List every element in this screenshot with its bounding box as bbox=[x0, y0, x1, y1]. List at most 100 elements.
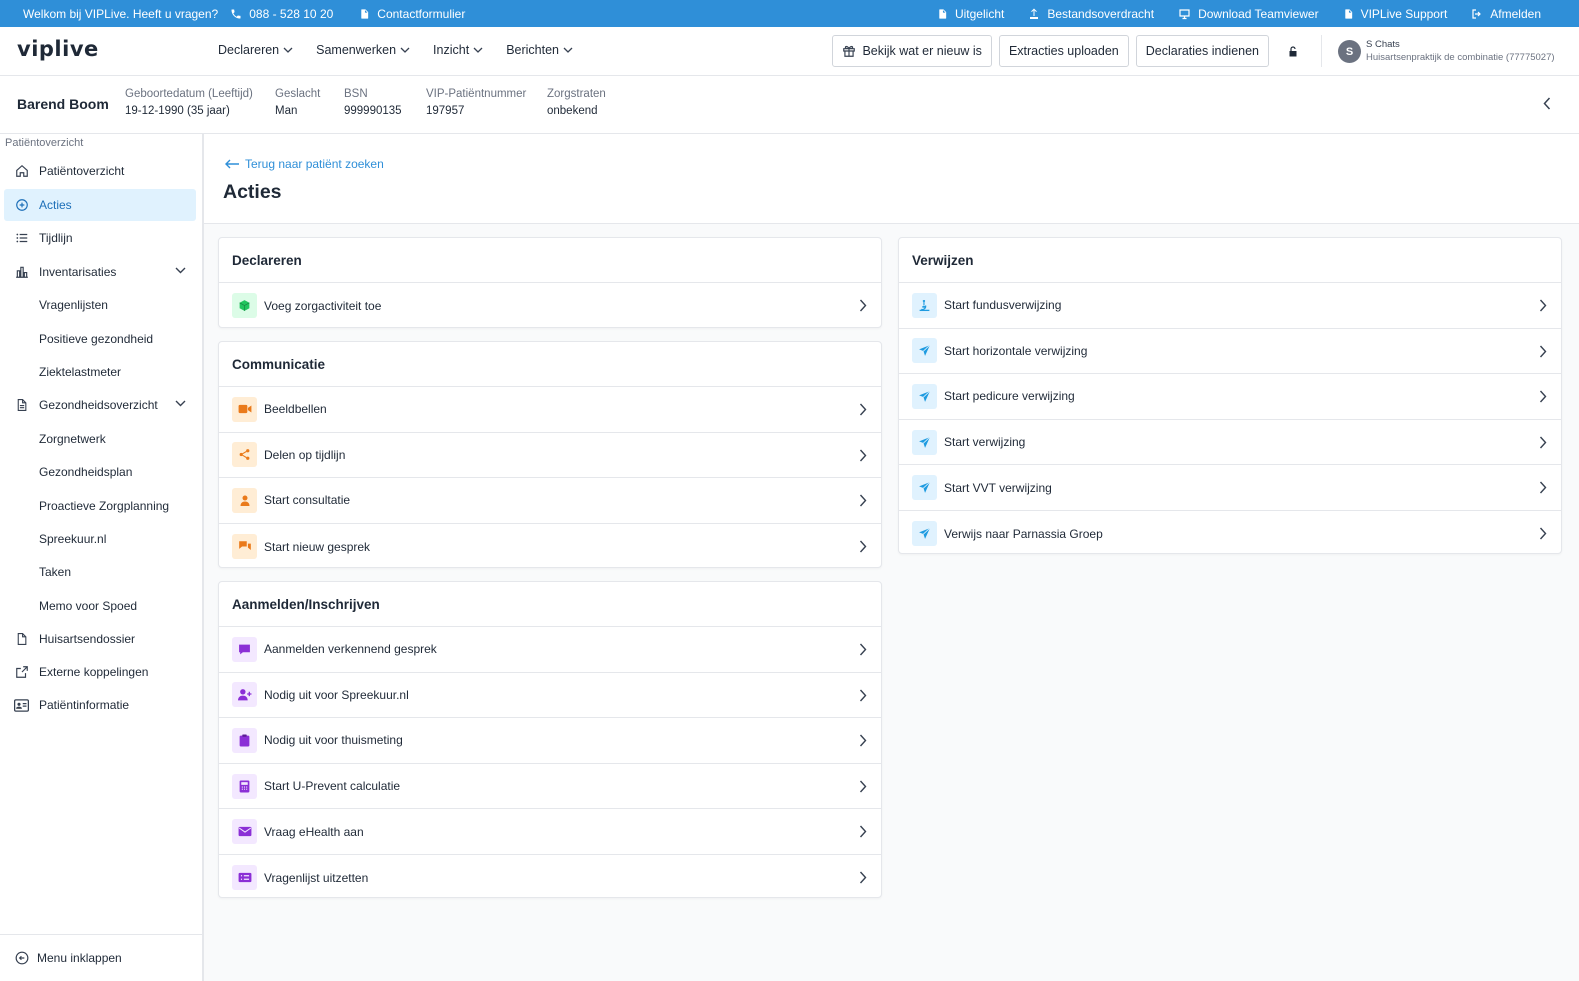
sidebar-item-emergency-memo[interactable]: Memo voor Spoed bbox=[4, 590, 196, 622]
monitor-icon bbox=[1179, 8, 1190, 19]
main-nav: Declareren Samenwerken Inzicht Berichten bbox=[218, 43, 596, 57]
whats-new-label: Bekijk wat er nieuw is bbox=[862, 44, 982, 58]
action-uprevent-calculation[interactable]: Start U-Prevent calculatie bbox=[219, 764, 881, 810]
action-label: Aanmelden verkennend gesprek bbox=[264, 642, 437, 657]
action-add-care-activity[interactable]: Voeg zorgactiviteit toe bbox=[219, 283, 881, 327]
chevron-down-icon bbox=[473, 47, 483, 53]
action-parnassia-referral[interactable]: Verwijs naar Parnassia Groep bbox=[899, 511, 1561, 553]
sidebar-item-label: Patiëntinformatie bbox=[39, 698, 130, 712]
document-icon bbox=[939, 8, 947, 19]
action-start-consultation[interactable]: Start consultatie bbox=[219, 478, 881, 524]
support-link[interactable]: VIPLive Support bbox=[1343, 7, 1447, 21]
paper-plane-icon bbox=[912, 521, 937, 547]
sidebar-item-patient-overview[interactable]: Patiëntoverzicht bbox=[4, 155, 196, 187]
whats-new-button[interactable]: Bekijk wat er nieuw is bbox=[832, 35, 992, 67]
chevron-right-icon bbox=[859, 734, 867, 747]
share-icon bbox=[232, 442, 257, 468]
action-pedicure-referral[interactable]: Start pedicure verwijzing bbox=[899, 374, 1561, 420]
action-invite-spreekuur[interactable]: Nodig uit voor Spreekuur.nl bbox=[219, 673, 881, 719]
action-label: Start pedicure verwijzing bbox=[944, 389, 1075, 404]
file-transfer-label: Bestandsoverdracht bbox=[1047, 6, 1155, 21]
chevron-right-icon bbox=[859, 449, 867, 462]
collapse-menu-button[interactable]: Menu inklappen bbox=[0, 934, 202, 981]
sidebar-item-health-overview[interactable]: Gezondheidsoverzicht bbox=[4, 389, 196, 421]
sidebar-item-positive-health[interactable]: Positieve gezondheid bbox=[4, 323, 196, 355]
gift-icon bbox=[843, 45, 856, 57]
header-divider bbox=[1321, 35, 1322, 67]
sidebar-item-inventories[interactable]: Inventarisaties bbox=[4, 256, 196, 288]
sidebar-item-tasks[interactable]: Taken bbox=[4, 556, 196, 588]
action-fundus-referral[interactable]: Start fundusverwijzing bbox=[899, 283, 1561, 329]
sidebar-item-health-plan[interactable]: Gezondheidsplan bbox=[4, 456, 196, 488]
action-start-conversation[interactable]: Start nieuw gesprek bbox=[219, 524, 881, 567]
cube-icon bbox=[232, 293, 257, 319]
field-value: 999990135 bbox=[344, 105, 402, 117]
upload-extractions-button[interactable]: Extracties uploaden bbox=[998, 35, 1129, 67]
contact-form-link[interactable]: Contactformulier bbox=[359, 7, 465, 21]
sidebar-item-proactive-care[interactable]: Proactieve Zorgplanning bbox=[4, 490, 196, 522]
sidebar-item-patient-info[interactable]: Patiëntinformatie bbox=[4, 689, 196, 721]
action-invite-home-measurement[interactable]: Nodig uit voor thuismeting bbox=[219, 718, 881, 764]
upload-icon bbox=[1030, 8, 1039, 19]
contact-form-label: Contactformulier bbox=[377, 6, 466, 21]
back-to-search-link[interactable]: Terug naar patiënt zoeken bbox=[225, 157, 384, 171]
logout-link[interactable]: Afmelden bbox=[1471, 7, 1541, 21]
nav-berichten[interactable]: Berichten bbox=[506, 43, 573, 57]
user-menu[interactable]: S S Chats Huisartsenpraktijk de combinat… bbox=[1321, 35, 1555, 67]
sidebar-item-spreekuur[interactable]: Spreekuur.nl bbox=[4, 523, 196, 555]
sidebar-item-actions[interactable]: Acties bbox=[4, 189, 196, 221]
nav-declareren[interactable]: Declareren bbox=[218, 43, 293, 57]
video-icon bbox=[232, 396, 257, 422]
card-verwijzen: Verwijzen Start fundusverwijzing Start h… bbox=[898, 237, 1562, 554]
sidebar-item-care-network[interactable]: Zorgnetwerk bbox=[4, 423, 196, 455]
action-send-questionnaire[interactable]: Vragenlijst uitzetten bbox=[219, 855, 881, 897]
chevron-down-icon bbox=[283, 47, 293, 53]
nav-samenwerken[interactable]: Samenwerken bbox=[316, 43, 410, 57]
action-label: Vraag eHealth aan bbox=[264, 824, 364, 839]
chevron-right-icon bbox=[1539, 527, 1547, 540]
action-request-ehealth[interactable]: Vraag eHealth aan bbox=[219, 809, 881, 855]
bar-chart-icon bbox=[15, 266, 28, 278]
sidebar-item-label: Taken bbox=[39, 565, 72, 579]
action-label: Start U-Prevent calculatie bbox=[264, 779, 401, 794]
action-share-timeline[interactable]: Delen op tijdlijn bbox=[219, 433, 881, 479]
patient-birthdate: Geboortedatum (Leeftijd) 19-12-1990 (35 … bbox=[125, 87, 253, 120]
id-card-icon bbox=[14, 698, 29, 712]
teamviewer-link[interactable]: Download Teamviewer bbox=[1178, 7, 1319, 21]
phone-link[interactable]: 088 - 528 10 20 bbox=[230, 7, 333, 21]
file-transfer-link[interactable]: Bestandsoverdracht bbox=[1028, 7, 1154, 21]
patient-bar: Barend Boom Geboortedatum (Leeftijd) 19-… bbox=[0, 76, 1579, 134]
sidebar-item-timeline[interactable]: Tijdlijn bbox=[4, 222, 196, 254]
field-label: Geslacht bbox=[275, 88, 321, 100]
action-horizontal-referral[interactable]: Start horizontale verwijzing bbox=[899, 329, 1561, 375]
action-video-call[interactable]: Beeldbellen bbox=[219, 387, 881, 433]
action-label: Vragenlijst uitzetten bbox=[264, 870, 369, 885]
viplive-logo[interactable]: viplive bbox=[17, 37, 99, 61]
list-icon bbox=[15, 233, 27, 243]
action-label: Start nieuw gesprek bbox=[264, 539, 371, 554]
sidebar-item-disease-burden[interactable]: Ziektelastmeter bbox=[4, 356, 196, 388]
action-vvt-referral[interactable]: Start VVT verwijzing bbox=[899, 465, 1561, 511]
page-header: Terug naar patiënt zoeken Acties bbox=[204, 134, 1579, 224]
nav-label: Berichten bbox=[506, 43, 559, 57]
collapse-patient-bar-button[interactable] bbox=[1543, 97, 1551, 110]
main-content: Terug naar patiënt zoeken Acties Declare… bbox=[204, 134, 1579, 981]
field-value: Man bbox=[275, 105, 298, 117]
sidebar-item-label: Ziektelastmeter bbox=[39, 365, 122, 379]
lock-button[interactable] bbox=[1287, 45, 1299, 58]
patient-care-pathways: Zorgstraten onbekend bbox=[547, 87, 606, 120]
submit-declarations-button[interactable]: Declaraties indienen bbox=[1135, 35, 1269, 67]
action-label: Beeldbellen bbox=[264, 402, 327, 417]
user-organisation: Huisartsenpraktijk de combinatie (777750… bbox=[1366, 52, 1555, 63]
field-value: 197957 bbox=[426, 105, 465, 117]
sidebar-item-questionnaires[interactable]: Vragenlijsten bbox=[4, 289, 196, 321]
sidebar-item-gp-record[interactable]: Huisartsendossier bbox=[4, 623, 196, 655]
sidebar-item-external-links[interactable]: Externe koppelingen bbox=[4, 656, 196, 688]
nav-inzicht[interactable]: Inzicht bbox=[433, 43, 483, 57]
action-start-referral[interactable]: Start verwijzing bbox=[899, 420, 1561, 466]
sidebar-item-label: Vragenlijsten bbox=[39, 298, 108, 312]
card-declareren: Declareren Voeg zorgactiviteit toe bbox=[218, 237, 882, 328]
chevron-right-icon bbox=[859, 643, 867, 656]
action-register-exploratory[interactable]: Aanmelden verkennend gesprek bbox=[219, 627, 881, 673]
featured-link[interactable]: Uitgelicht bbox=[937, 7, 1004, 21]
